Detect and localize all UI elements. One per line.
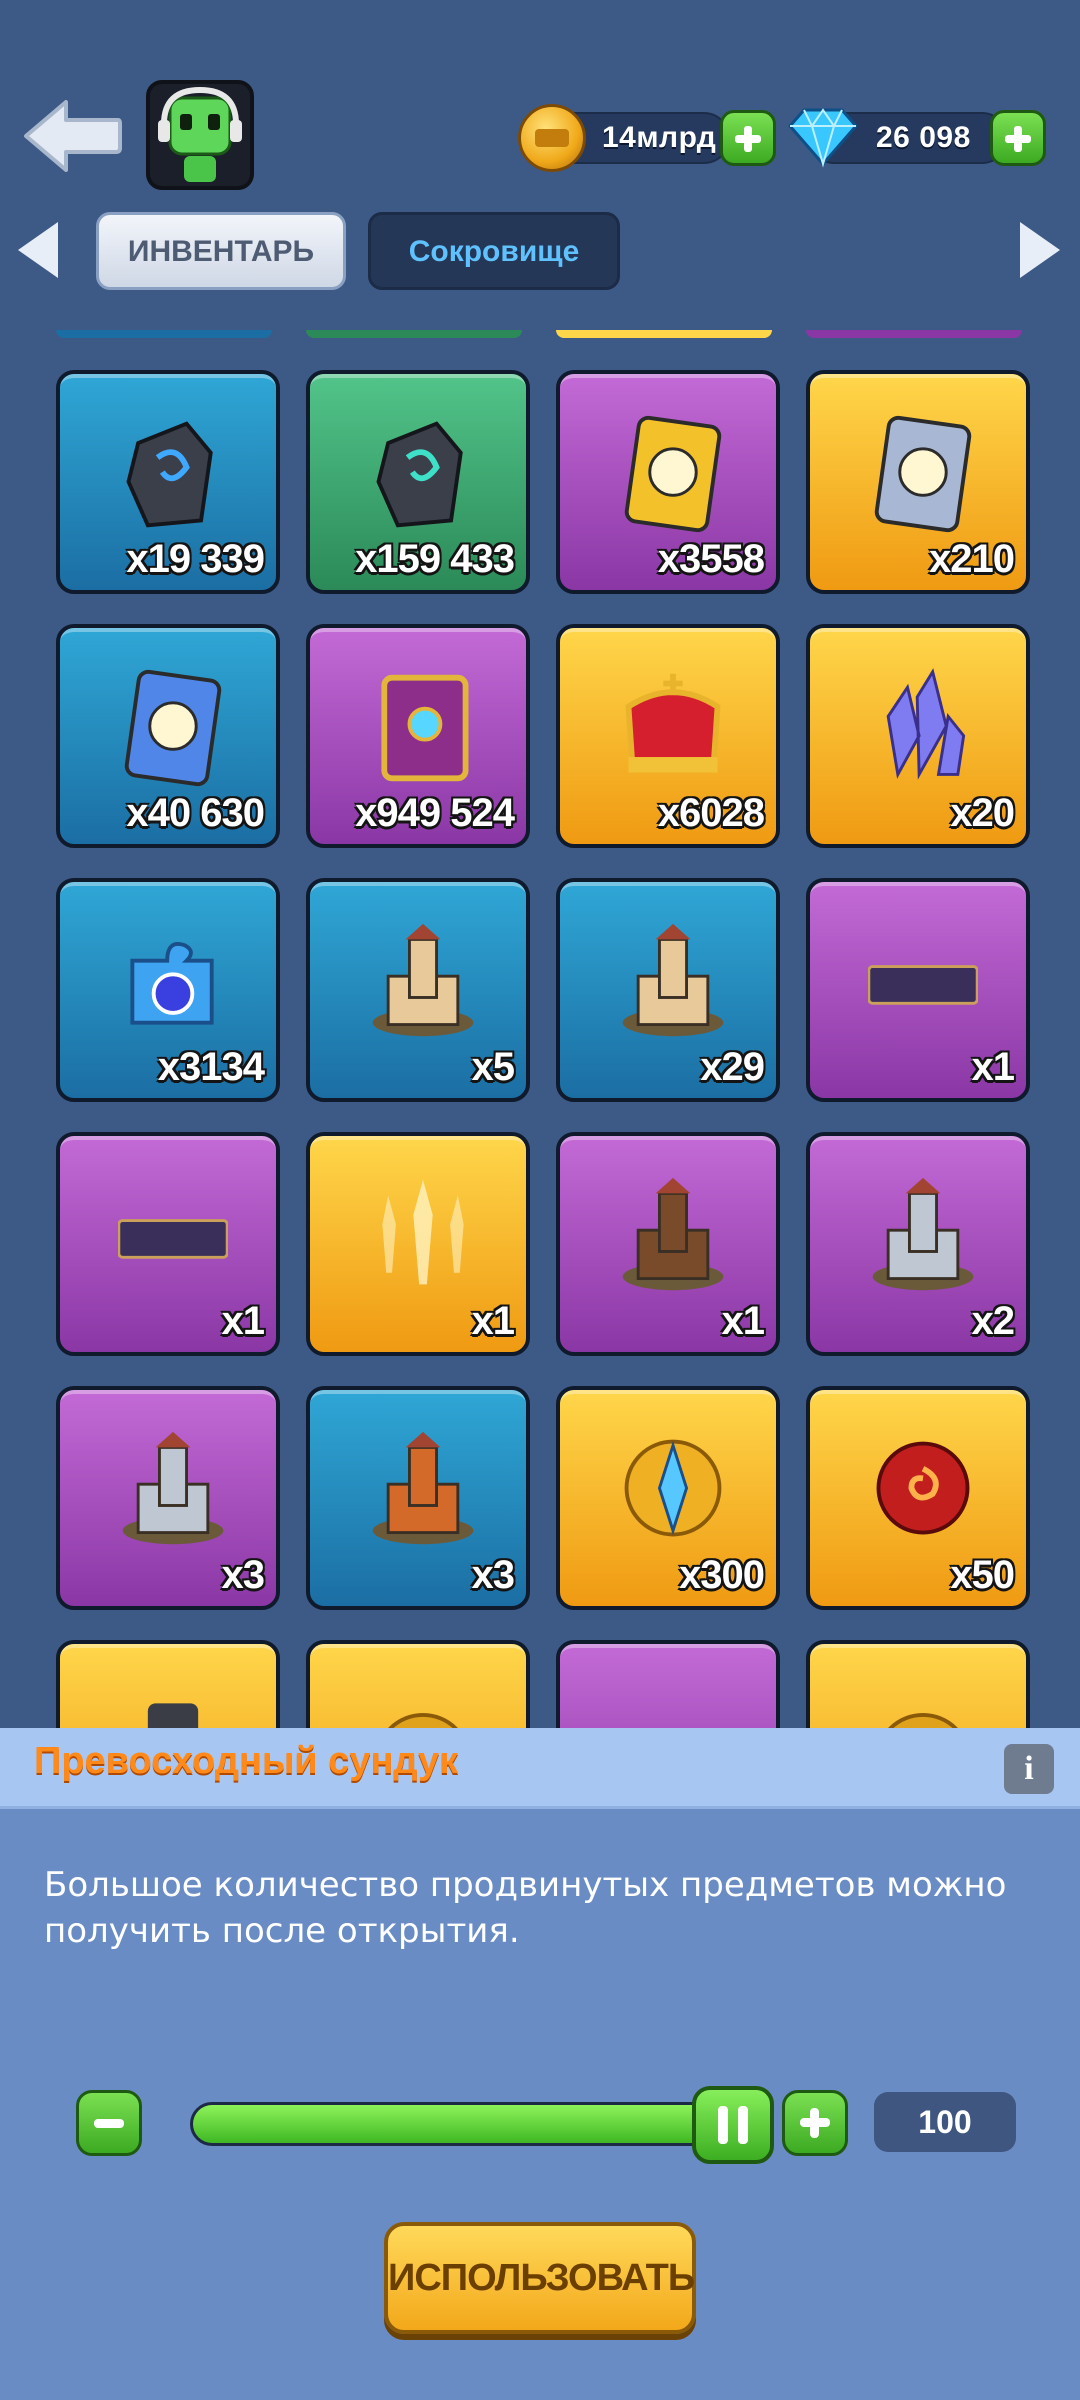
item-quantity: x1 xyxy=(221,1299,265,1343)
item-quantity: x159 433 xyxy=(355,537,515,581)
dragon-lava-castle-icon xyxy=(372,1431,474,1545)
stone-fortress-icon xyxy=(122,1431,224,1545)
inventory-item[interactable]: x1 xyxy=(306,1132,530,1356)
robot-avatar-icon xyxy=(158,86,242,182)
item-description: Большое количество продвинутых предметов… xyxy=(44,1865,1007,1951)
inventory-item[interactable]: x300 xyxy=(556,1386,780,1610)
item-quantity: x19 339 xyxy=(126,537,265,581)
item-quantity: x949 524 xyxy=(355,791,515,835)
item-quantity: x3134 xyxy=(157,1045,265,1089)
helmet-card-blue-icon xyxy=(124,669,222,787)
item-quantity: x2 xyxy=(971,1299,1015,1343)
gold-coin-token-icon xyxy=(886,1713,960,1730)
inventory-item[interactable]: x3 xyxy=(306,1386,530,1610)
increase-quantity-button[interactable] xyxy=(782,2090,848,2156)
sand-castle-icon xyxy=(372,923,474,1037)
inventory-item[interactable]: x40 630 xyxy=(56,624,280,848)
item-detail-panel: Превосходный сундук i Большое количество… xyxy=(0,1728,1080,2400)
inventory-item[interactable]: x5 xyxy=(306,878,530,1102)
item-quantity: x5 xyxy=(471,1045,515,1089)
decrease-quantity-button[interactable] xyxy=(76,2090,142,2156)
item-quantity: x20 xyxy=(950,791,1015,835)
player-avatar[interactable] xyxy=(146,80,254,190)
item-quantity: x50 xyxy=(950,1553,1015,1597)
hero-card-silver-icon xyxy=(874,415,972,533)
royal-crown-icon xyxy=(625,673,721,773)
item-detail-header: Превосходный сундук i xyxy=(0,1728,1080,1809)
partial-row-cell xyxy=(306,330,522,338)
tab-inventory[interactable]: ИНВЕНТАРЬ xyxy=(96,212,346,290)
info-button[interactable]: i xyxy=(1004,1744,1054,1794)
compass-gem-icon xyxy=(624,1439,722,1537)
item-quantity: x29 xyxy=(700,1045,765,1089)
item-quantity: x300 xyxy=(679,1553,765,1597)
knight-statue-icon xyxy=(147,1703,199,1730)
golden-swords-icon xyxy=(382,1179,464,1285)
inventory-item[interactable]: x3 xyxy=(56,1386,280,1610)
inventory-item[interactable] xyxy=(806,1640,1030,1730)
sand-castle-icon xyxy=(622,923,724,1037)
quantity-slider-handle[interactable] xyxy=(692,2086,774,2164)
gem-amount: 26 098 xyxy=(876,121,971,154)
back-arrow-icon[interactable] xyxy=(22,98,122,174)
party-frame-icon xyxy=(118,1219,228,1259)
inventory-item[interactable]: x29 xyxy=(556,878,780,1102)
inventory-item[interactable] xyxy=(306,1640,530,1730)
dark-rune-stone-blue-icon xyxy=(126,421,213,528)
item-quantity: x1 xyxy=(721,1299,765,1343)
tab-next-arrow-icon[interactable] xyxy=(1020,222,1060,278)
add-coins-button[interactable] xyxy=(720,110,776,166)
item-quantity: x3 xyxy=(471,1553,515,1597)
tab-prev-arrow-icon[interactable] xyxy=(18,222,58,278)
dragon-orb-icon xyxy=(876,1441,970,1535)
hero-card-gold-icon xyxy=(624,415,722,533)
crown-emblem-icon xyxy=(672,1729,674,1730)
inventory-item[interactable]: x6028 xyxy=(556,624,780,848)
quantity-slider[interactable] xyxy=(190,2102,750,2146)
item-quantity: x6028 xyxy=(657,791,765,835)
use-button[interactable]: ИСПОЛЬЗОВАТЬ xyxy=(384,2222,696,2334)
partial-row-cell xyxy=(56,330,272,338)
item-quantity: x40 630 xyxy=(126,791,265,835)
inventory-item[interactable]: x1 xyxy=(806,878,1030,1102)
inventory-item[interactable]: x3558 xyxy=(556,370,780,594)
tab-treasure[interactable]: Сокровище xyxy=(368,212,620,290)
spell-book-icon xyxy=(381,674,469,782)
partial-row-cell xyxy=(556,330,772,338)
item-quantity: x1 xyxy=(471,1299,515,1343)
quantity-value[interactable]: 100 xyxy=(874,2092,1016,2152)
stone-fortress-icon xyxy=(872,1177,974,1291)
item-quantity: x210 xyxy=(929,537,1015,581)
inventory-item[interactable]: x1 xyxy=(556,1132,780,1356)
inventory-item[interactable]: x20 xyxy=(806,624,1030,848)
inventory-item[interactable]: x159 433 xyxy=(306,370,530,594)
coin-amount: 14млрд xyxy=(602,121,717,154)
item-quantity: x1 xyxy=(971,1045,1015,1089)
inventory-item[interactable]: x50 xyxy=(806,1386,1030,1610)
inventory-item[interactable]: x210 xyxy=(806,370,1030,594)
cake-castle-icon xyxy=(622,1177,724,1291)
item-quantity: x3558 xyxy=(657,537,765,581)
quantity-slider-fill xyxy=(193,2105,747,2143)
gold-coin-token-icon xyxy=(386,1713,460,1730)
item-quantity: x3 xyxy=(221,1553,265,1597)
inventory-item[interactable]: x949 524 xyxy=(306,624,530,848)
inventory-item[interactable]: x2 xyxy=(806,1132,1030,1356)
item-title: Превосходный сундук xyxy=(34,1740,459,1782)
dark-rune-stone-green-icon xyxy=(376,421,463,528)
inventory-grid: x19 339 x159 433 x3558 x210 x40 630 x949… xyxy=(0,330,1080,1730)
inventory-item[interactable]: x1 xyxy=(56,1132,280,1356)
diamond-gem-icon xyxy=(788,108,858,168)
inventory-item[interactable] xyxy=(556,1640,780,1730)
purple-crystal-icon xyxy=(886,668,966,780)
gold-coin-icon xyxy=(518,104,586,172)
potion-puzzle-piece-icon xyxy=(130,942,214,1025)
partial-row-cell xyxy=(806,330,1022,338)
inventory-item[interactable]: x19 339 xyxy=(56,370,280,594)
top-bar: 14млрд 26 098 ИНВЕНТАРЬ Сокровище xyxy=(0,0,1080,330)
add-gems-button[interactable] xyxy=(990,110,1046,166)
inventory-item[interactable] xyxy=(56,1640,280,1730)
inventory-item[interactable]: x3134 xyxy=(56,878,280,1102)
theater-frame-icon xyxy=(868,965,978,1005)
